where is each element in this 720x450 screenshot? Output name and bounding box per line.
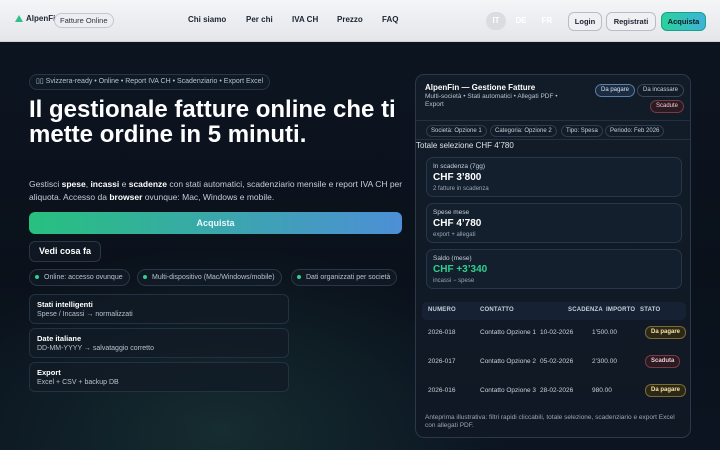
- cell-amount: 980.00: [592, 387, 612, 394]
- cell-contact: Contatto Opzione 3: [480, 387, 537, 394]
- login-button[interactable]: Login: [568, 12, 602, 31]
- stat-spese-mese: Spese mese CHF 4’780 export + allegati: [426, 203, 682, 243]
- stat-note: incassi − spese: [433, 278, 475, 284]
- status-badge: Scaduta: [645, 355, 681, 368]
- status-dot-icon: [35, 275, 39, 279]
- feature-by-company: Dati organizzati per società: [291, 269, 398, 286]
- top-nav-bar: AlpenFin Fatture Online Chi siamo Per ch…: [0, 0, 720, 42]
- status-badge: Da pagare: [645, 326, 686, 339]
- card-title: Export: [37, 368, 61, 377]
- feature-online: Online: accesso ovunque: [29, 269, 130, 286]
- status-badge: Da pagare: [645, 384, 686, 397]
- table-header: NUMERO CONTATTO SCADENZA IMPORTO STATO: [422, 302, 686, 320]
- card-desc: DD-MM-YYYY → salvataggio corretto: [37, 345, 154, 352]
- stat-note: 2 fatture in scadenza: [433, 186, 489, 192]
- stat-value: CHF +3’340: [433, 264, 488, 275]
- badge-da-pagare[interactable]: Da pagare: [595, 84, 636, 97]
- status-dot-icon: [143, 275, 147, 279]
- filter-categoria[interactable]: Categoria: Opzione 2: [490, 125, 557, 137]
- nav-per-chi[interactable]: Per chi: [246, 15, 273, 24]
- nav-iva-ch[interactable]: IVA CH: [292, 15, 318, 24]
- badge-da-incassare[interactable]: Da incassare: [637, 84, 685, 97]
- filter-societa[interactable]: Società: Opzione 1: [426, 125, 487, 137]
- feature-card-export: Export Excel + CSV + backup DB: [29, 362, 289, 392]
- feature-card-states: Stati intelligenti Spese / Incassi → nor…: [29, 294, 289, 324]
- badge-scadute[interactable]: Scadute: [650, 100, 685, 113]
- selection-total: Totale selezione CHF 4’780: [416, 141, 514, 150]
- card-title: Stati intelligenti: [37, 300, 93, 309]
- cell-due: 10-02-2026: [540, 329, 574, 336]
- cell-contact: Contatto Opzione 1: [480, 329, 537, 336]
- preview-footnote: Anteprima illustrativa: filtri rapidi cl…: [425, 414, 675, 429]
- col-scadenza[interactable]: SCADENZA: [568, 307, 603, 313]
- cell-due: 28-02-2026: [540, 387, 574, 394]
- cell-contact: Contatto Opzione 2: [480, 358, 537, 365]
- stat-label: Spese mese: [433, 209, 470, 216]
- filter-tipo[interactable]: Tipo: Spesa: [561, 125, 603, 137]
- nav-prezzo[interactable]: Prezzo: [337, 15, 363, 24]
- feature-card-dates: Date italiane DD-MM-YYYY → salvataggio c…: [29, 328, 289, 358]
- stat-saldo: Saldo (mese) CHF +3’340 incassi − spese: [426, 249, 682, 289]
- app-preview-panel: AlpenFin — Gestione Fatture Multi-societ…: [415, 74, 691, 438]
- table-row[interactable]: 2026-018 Contatto Opzione 1 10-02-2026 1…: [422, 320, 686, 346]
- card-desc: Spese / Incassi → normalizzati: [37, 311, 133, 318]
- feature-chip: ▯▯ Svizzera-ready • Online • Report IVA …: [29, 74, 271, 90]
- cell-number: 2026-016: [428, 387, 456, 394]
- nav-chi-siamo[interactable]: Chi siamo: [188, 15, 226, 24]
- lang-fr[interactable]: FR: [537, 12, 557, 30]
- filter-bar: Società: Opzione 1 Categoria: Opzione 2 …: [416, 120, 690, 140]
- lang-de[interactable]: DE: [511, 12, 531, 30]
- hero-subtitle: Gestisci spese, incassi e scadenze con s…: [29, 179, 403, 202]
- cell-due: 05-02-2026: [540, 358, 574, 365]
- col-contatto[interactable]: CONTATTO: [480, 307, 514, 313]
- buy-button-header[interactable]: Acquista: [661, 12, 706, 31]
- col-numero[interactable]: NUMERO: [428, 307, 456, 313]
- stat-value: CHF 4’780: [433, 218, 482, 229]
- stat-note: export + allegati: [433, 232, 476, 238]
- status-dot-icon: [297, 275, 301, 279]
- cell-amount: 1’500.00: [592, 329, 617, 336]
- cell-amount: 2’300.00: [592, 358, 617, 365]
- panel-title: AlpenFin — Gestione Fatture: [425, 83, 536, 92]
- product-pill: Fatture Online: [54, 13, 114, 28]
- see-features-button[interactable]: Vedi cosa fa: [29, 241, 101, 262]
- panel-subtitle: Multi-società • Stati automatici • Alleg…: [425, 93, 558, 108]
- buy-button-hero[interactable]: Acquista: [29, 212, 402, 234]
- stat-label: In scadenza (7gg): [433, 163, 486, 170]
- table-row[interactable]: 2026-016 Contatto Opzione 3 28-02-2026 9…: [422, 378, 686, 404]
- logo-icon: [15, 15, 23, 22]
- filter-periodo[interactable]: Periodo: Feb 2026: [605, 125, 665, 137]
- stat-in-scadenza: In scadenza (7gg) CHF 3’800 2 fatture in…: [426, 157, 682, 197]
- hero-title: Il gestionale fatture online che ti mett…: [29, 96, 396, 148]
- col-importo[interactable]: IMPORTO: [606, 307, 635, 313]
- register-button[interactable]: Registrati: [606, 12, 656, 31]
- nav-faq[interactable]: FAQ: [382, 15, 398, 24]
- cell-number: 2026-017: [428, 358, 456, 365]
- stat-label: Saldo (mese): [433, 255, 472, 262]
- table-row[interactable]: 2026-017 Contatto Opzione 2 05-02-2026 2…: [422, 349, 686, 375]
- lang-it[interactable]: IT: [486, 12, 506, 30]
- card-desc: Excel + CSV + backup DB: [37, 379, 119, 386]
- stat-value: CHF 3’800: [433, 172, 482, 183]
- col-stato[interactable]: STATO: [640, 307, 660, 313]
- cell-number: 2026-018: [428, 329, 456, 336]
- feature-multidevice: Multi-dispositivo (Mac/Windows/mobile): [137, 269, 282, 286]
- card-title: Date italiane: [37, 334, 82, 343]
